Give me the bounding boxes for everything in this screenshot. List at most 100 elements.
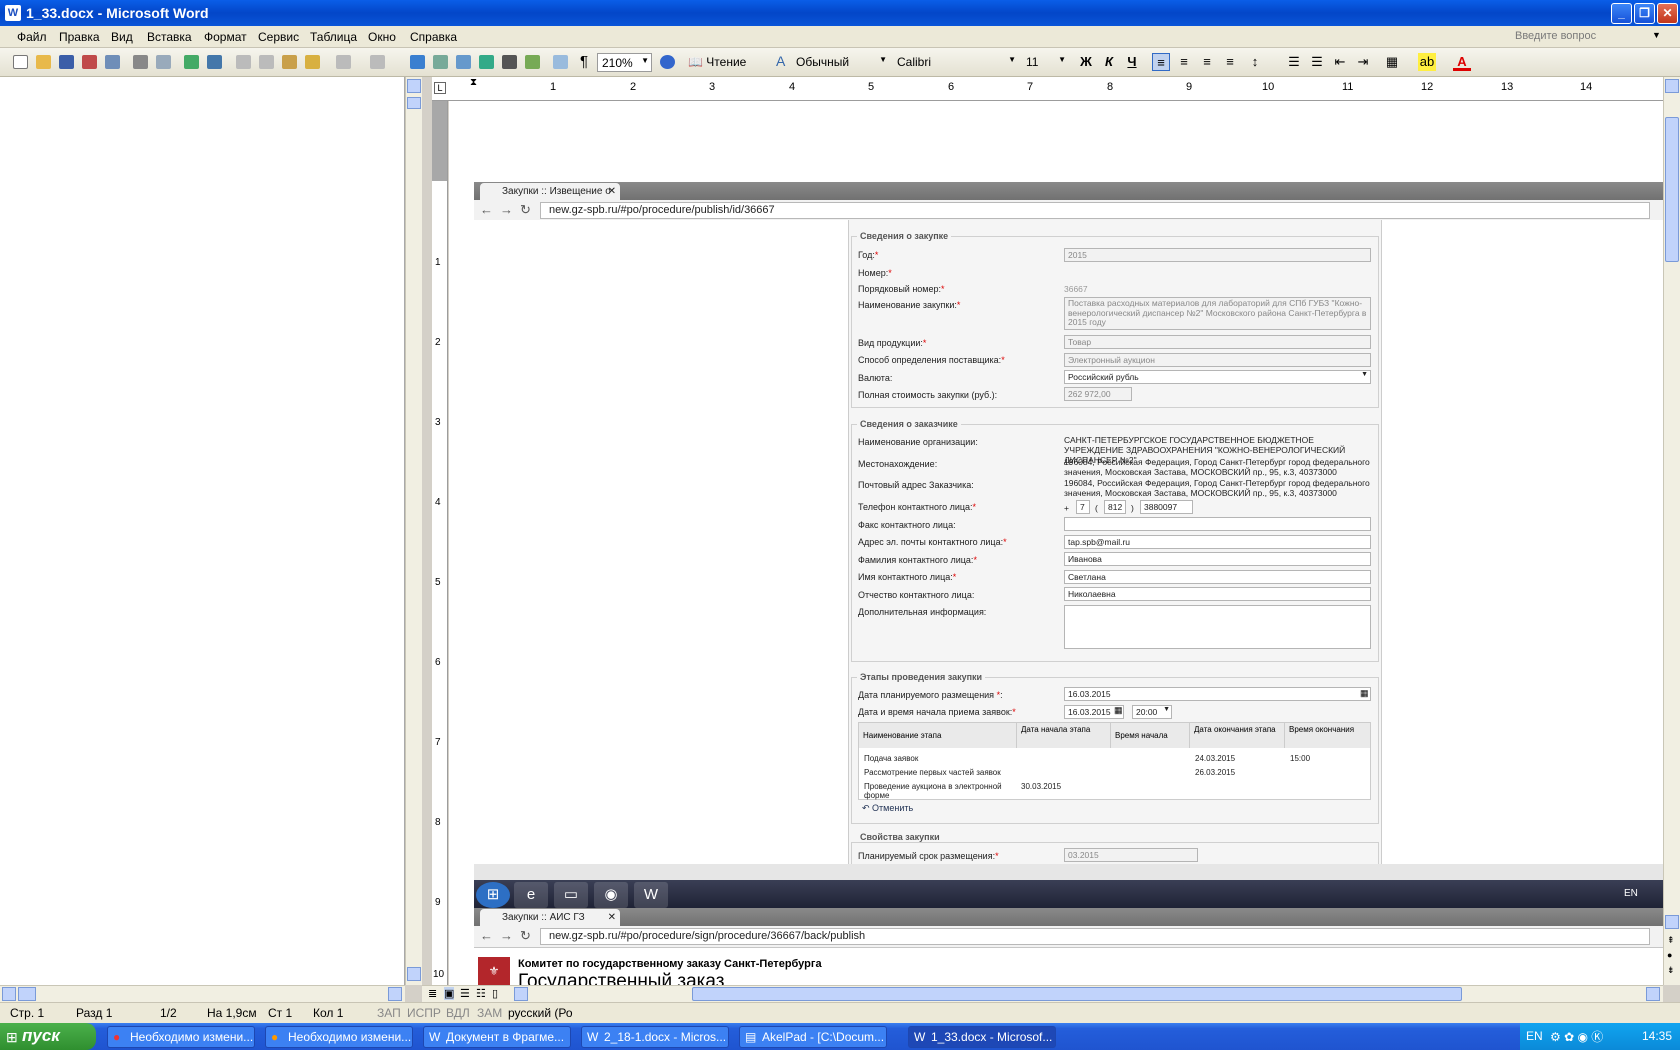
- tray-lang[interactable]: EN: [1526, 1029, 1543, 1043]
- drawing-icon[interactable]: [525, 55, 540, 69]
- scroll-right-icon[interactable]: [388, 987, 402, 1001]
- phone-code-field[interactable]: 812: [1104, 500, 1126, 514]
- scroll-up-icon[interactable]: [407, 79, 421, 93]
- hscroll-thumb[interactable]: [18, 987, 36, 1001]
- horizontal-scrollbar[interactable]: [512, 985, 1663, 1002]
- minimize-button[interactable]: _: [1611, 3, 1632, 24]
- tab-selector-icon[interactable]: L: [434, 82, 446, 94]
- outline-view-icon[interactable]: ☷: [476, 987, 486, 1000]
- product-type-field[interactable]: Товар: [1064, 335, 1371, 349]
- ie-icon[interactable]: e: [514, 882, 548, 908]
- left-scrollbar[interactable]: [405, 77, 422, 985]
- task-firefox[interactable]: ● Необходимо измени...: [265, 1026, 413, 1048]
- horizontal-ruler[interactable]: L ⧗ 1 2 3 4 5 6 7 8 9 10 11 12 13 14: [432, 77, 1663, 101]
- scroll-right-icon[interactable]: [1646, 987, 1660, 1001]
- increase-indent-icon[interactable]: ⇥: [1354, 53, 1372, 71]
- cut-icon[interactable]: [236, 55, 251, 69]
- highlight-icon[interactable]: ab: [1418, 53, 1436, 71]
- cancel-link[interactable]: ↶ Отменить: [862, 803, 913, 814]
- browse-object-icon[interactable]: ●: [1667, 950, 1672, 960]
- borders-icon[interactable]: ▦: [1383, 53, 1401, 71]
- menu-tools[interactable]: Сервис: [258, 30, 299, 44]
- font-size-combo[interactable]: 11 ▼: [1022, 53, 1068, 72]
- scroll-thumb[interactable]: [1665, 117, 1679, 262]
- close-button[interactable]: ✕: [1657, 3, 1678, 24]
- help-question-box[interactable]: Введите вопрос: [1515, 30, 1596, 42]
- insert-table-icon[interactable]: [456, 55, 471, 69]
- left-hscrollbar[interactable]: [0, 985, 405, 1002]
- font-combo[interactable]: Calibri ▼: [893, 53, 1018, 72]
- align-center-icon[interactable]: ≡: [1175, 53, 1193, 71]
- status-rec[interactable]: ЗАП: [377, 1006, 401, 1020]
- pilcrow-icon[interactable]: ¶: [580, 53, 588, 70]
- additional-info-field[interactable]: [1064, 605, 1371, 649]
- currency-select[interactable]: Российский рубль ▼: [1064, 370, 1371, 384]
- document-map-pane[interactable]: [0, 77, 405, 985]
- menu-insert[interactable]: Вставка: [147, 30, 192, 44]
- scroll-down-icon[interactable]: [1665, 915, 1679, 929]
- bold-button[interactable]: Ж: [1077, 53, 1095, 71]
- scroll-up-icon[interactable]: [1665, 79, 1679, 93]
- open-folder-icon[interactable]: [36, 55, 51, 69]
- spelling-icon[interactable]: [184, 55, 199, 69]
- menu-file[interactable]: Файл: [17, 30, 47, 44]
- columns-icon[interactable]: [502, 55, 517, 69]
- justify-icon[interactable]: ≡: [1221, 53, 1239, 71]
- email-icon[interactable]: [105, 55, 120, 69]
- start-time-select[interactable]: 20:00 ▼: [1132, 705, 1172, 719]
- bullets-icon[interactable]: ☰: [1308, 53, 1326, 71]
- align-left-icon[interactable]: ≡: [1152, 53, 1170, 71]
- tab-close-icon[interactable]: ✕: [608, 186, 616, 197]
- save-icon[interactable]: [59, 55, 74, 69]
- year-field[interactable]: 2015: [1064, 248, 1371, 262]
- research-icon[interactable]: [207, 55, 222, 69]
- print-preview-icon[interactable]: [156, 55, 171, 69]
- print-icon[interactable]: [133, 55, 148, 69]
- forward-icon[interactable]: →: [500, 928, 513, 943]
- help-icon[interactable]: [660, 55, 675, 69]
- menu-view[interactable]: Вид: [111, 30, 133, 44]
- address-bar-2[interactable]: new.gz-spb.ru/#po/procedure/sign/procedu…: [540, 928, 1650, 945]
- hscroll-thumb[interactable]: [692, 987, 1462, 1001]
- document-map-icon[interactable]: [553, 55, 568, 69]
- reading-view-icon[interactable]: ▯: [492, 987, 498, 1000]
- copy-icon[interactable]: [259, 55, 274, 69]
- prev-page-icon[interactable]: ⇞: [1667, 935, 1675, 946]
- phone-country-field[interactable]: 7: [1076, 500, 1090, 514]
- reload-icon[interactable]: ↻: [520, 202, 531, 218]
- chevron-down-icon[interactable]: ▼: [1163, 706, 1170, 713]
- reload-icon[interactable]: ↻: [520, 928, 531, 944]
- phone-number-field[interactable]: 3880097: [1140, 500, 1193, 514]
- word-icon[interactable]: W: [634, 882, 668, 908]
- reading-mode-button[interactable]: 📖 Чтение: [688, 55, 746, 69]
- firstname-field[interactable]: Светлана: [1064, 570, 1371, 584]
- back-icon[interactable]: ←: [480, 202, 493, 217]
- permission-icon[interactable]: [82, 55, 97, 69]
- task-opera[interactable]: ● Необходимо измени...: [107, 1026, 255, 1048]
- maximize-button[interactable]: ❐: [1634, 3, 1655, 24]
- task-fragment[interactable]: W Документ в Фрагме...: [423, 1026, 571, 1048]
- insert-excel-icon[interactable]: [479, 55, 494, 69]
- chevron-down-icon[interactable]: ▼: [1361, 371, 1368, 378]
- patronymic-field[interactable]: Николаевна: [1064, 587, 1371, 601]
- email-field[interactable]: tap.spb@mail.ru: [1064, 535, 1371, 549]
- styles-pane-icon[interactable]: A: [776, 53, 785, 69]
- menu-table[interactable]: Таблица: [310, 30, 357, 44]
- status-ovr[interactable]: ЗАМ: [477, 1006, 502, 1020]
- next-page-icon[interactable]: ⇟: [1667, 965, 1675, 976]
- task-doc-1-33[interactable]: W 1_33.docx - Microsof...: [908, 1026, 1056, 1048]
- scroll-down-icon[interactable]: [407, 967, 421, 981]
- style-combo[interactable]: Обычный ▼: [792, 53, 889, 72]
- tables-borders-icon[interactable]: [433, 55, 448, 69]
- total-cost-field[interactable]: 262 972,00: [1064, 387, 1132, 401]
- menu-help[interactable]: Справка: [410, 30, 457, 44]
- normal-view-icon[interactable]: ≣: [428, 987, 437, 1000]
- italic-button[interactable]: К: [1100, 53, 1118, 71]
- status-ext[interactable]: ВДЛ: [446, 1006, 470, 1020]
- menu-window[interactable]: Окно: [368, 30, 396, 44]
- fax-field[interactable]: [1064, 517, 1371, 531]
- vertical-scrollbar[interactable]: ⇞ ● ⇟: [1663, 77, 1680, 985]
- vertical-ruler[interactable]: 1 2 3 4 5 6 7 8 9 10: [432, 77, 448, 985]
- paste-icon[interactable]: [282, 55, 297, 69]
- font-color-icon[interactable]: A: [1453, 53, 1471, 71]
